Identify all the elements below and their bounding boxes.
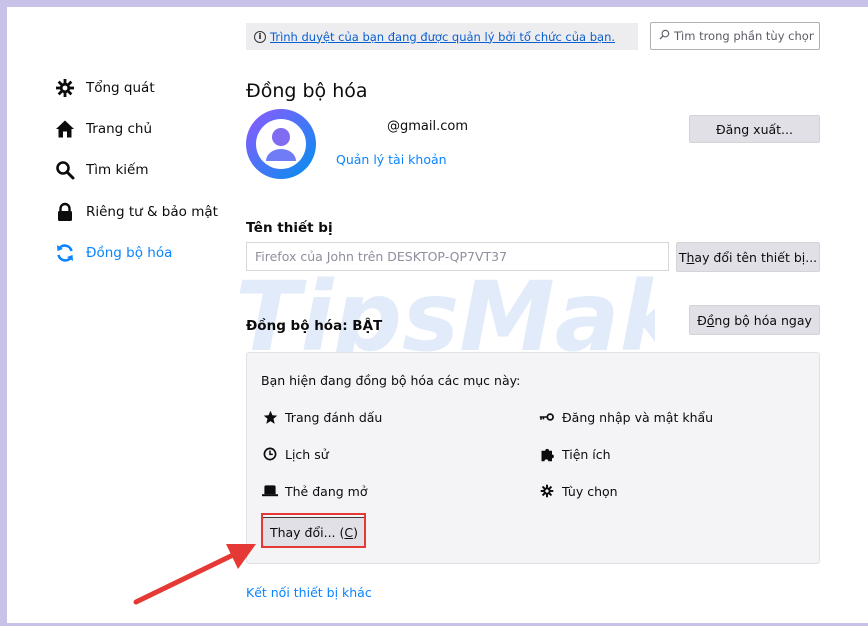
sync-intro-text: Bạn hiện đang đồng bộ hóa các mục này:	[261, 373, 521, 388]
puzzle-icon	[539, 446, 555, 462]
sync-item-label: Thẻ đang mở	[285, 483, 368, 499]
sync-item-label: Tiện ích	[562, 446, 611, 462]
arrow-annotation-icon	[133, 544, 256, 605]
device-name-label: Tên thiết bị	[246, 220, 333, 236]
sidebar-item-label: Đồng bộ hóa	[86, 245, 173, 261]
tab-icon	[262, 483, 278, 499]
rename-device-button[interactable]: Th ay đổi tên thiết bị...	[676, 242, 820, 272]
connect-another-device-link[interactable]: Kết nối thiết bị khác	[246, 585, 372, 600]
sync-item-label: Trang đánh dấu	[285, 409, 383, 425]
search-box[interactable]	[650, 22, 820, 50]
sync-item-logins: Đăng nhập và mật khẩu	[539, 409, 713, 425]
sync-item-prefs: Tùy chọn	[539, 483, 618, 499]
sidebar-item-label: Trang chủ	[86, 121, 153, 137]
window-frame-left	[0, 0, 7, 626]
window-frame-top	[0, 0, 868, 7]
sync-item-addons: Tiện ích	[539, 446, 611, 462]
sidebar-item-label: Tổng quát	[86, 80, 155, 96]
sidebar-item-search[interactable]: Tìm kiếm	[54, 158, 148, 182]
star-icon	[262, 409, 278, 425]
sync-now-label-pre: Đ	[697, 312, 707, 328]
sidebar-item-sync[interactable]: Đồng bộ hóa	[54, 241, 172, 265]
sync-now-button[interactable]: Đồ ng bộ hóa ngay	[689, 305, 820, 335]
sync-item-label: Tùy chọn	[562, 483, 618, 499]
sync-item-label: Lịch sử	[285, 446, 329, 462]
rename-label-accesskey: h	[686, 249, 695, 265]
sync-item-bookmarks: Trang đánh dấu	[262, 409, 382, 425]
sidebar-item-label: Riêng tư & bảo mật	[86, 204, 218, 220]
key-icon	[539, 409, 555, 425]
managed-notice-bar: i Trình duyệt của bạn đang được quản lý …	[246, 23, 638, 50]
sign-out-button[interactable]: Đăng xuất...	[689, 115, 820, 143]
sync-item-history: Lịch sử	[262, 446, 329, 462]
sidebar-item-home[interactable]: Trang chủ	[54, 117, 152, 141]
sidebar-item-general[interactable]: Tổng quát	[54, 76, 155, 100]
managed-notice-link[interactable]: Trình duyệt của bạn đang được quản lý bở…	[270, 30, 615, 44]
device-name-field[interactable]	[246, 242, 669, 271]
highlight-annotation-box	[261, 513, 366, 548]
home-icon	[54, 118, 76, 140]
clock-icon	[262, 446, 278, 462]
account-email: @gmail.com	[387, 119, 469, 134]
lock-icon	[54, 201, 76, 223]
sync-now-label-accesskey: ồ	[706, 312, 715, 328]
sync-now-label-post: ng bộ hóa ngay	[714, 312, 812, 328]
page-title: Đồng bộ hóa	[246, 80, 368, 102]
search-icon	[54, 159, 76, 181]
sync-icon	[54, 242, 76, 264]
rename-label-post: ay đổi tên thiết bị...	[694, 249, 818, 265]
gear-icon	[54, 77, 76, 99]
sidebar-item-privacy[interactable]: Riêng tư & bảo mật	[54, 200, 218, 224]
sync-item-label: Đăng nhập và mật khẩu	[562, 409, 714, 425]
watermark-logo: TipsMake	[235, 262, 655, 362]
info-icon: i	[254, 30, 266, 43]
rename-label-pre: T	[678, 249, 687, 265]
manage-account-link[interactable]: Quản lý tài khoản	[336, 152, 447, 167]
search-icon	[659, 29, 670, 44]
svg-text:TipsMake: TipsMake	[235, 262, 655, 362]
gear-icon	[539, 483, 555, 499]
avatar[interactable]	[246, 109, 316, 179]
search-input[interactable]	[674, 29, 814, 43]
sync-item-open-tabs: Thẻ đang mở	[262, 483, 367, 499]
sync-status-label: Đồng bộ hóa: BẬT	[246, 318, 383, 334]
sidebar-item-label: Tìm kiếm	[86, 162, 149, 178]
